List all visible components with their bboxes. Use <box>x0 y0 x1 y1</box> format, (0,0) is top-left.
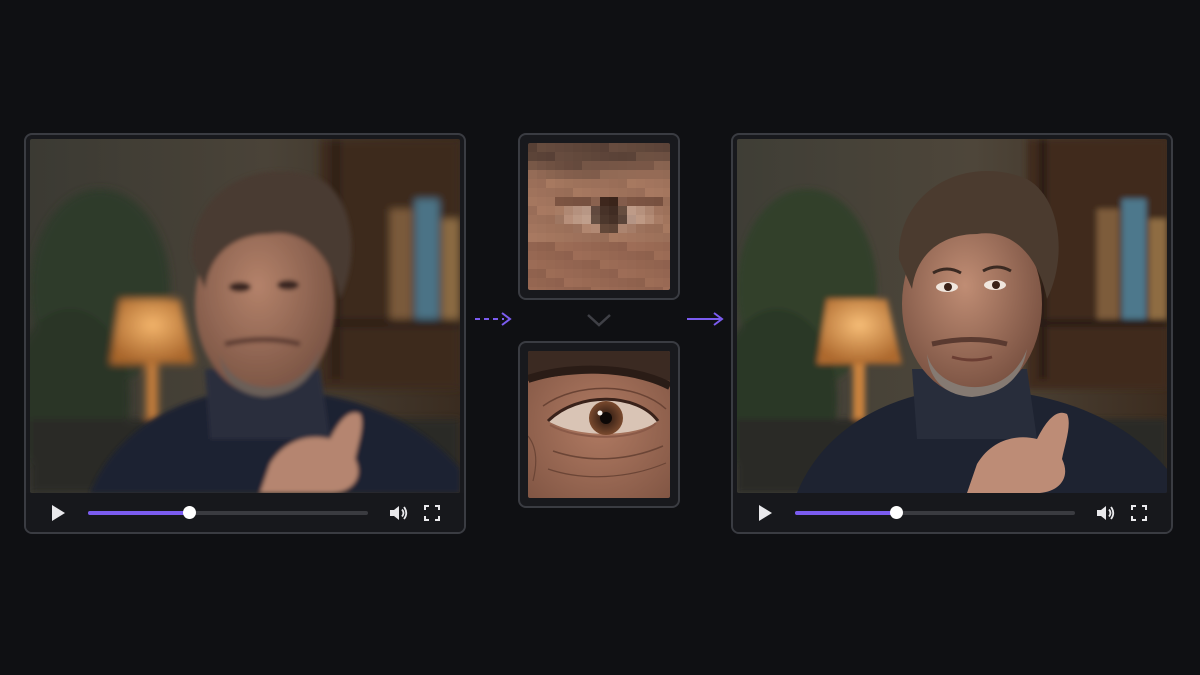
play-icon <box>759 504 772 521</box>
video-player-before <box>24 133 466 534</box>
video-frame-after[interactable] <box>737 139 1167 493</box>
video-frame-before[interactable] <box>30 139 460 493</box>
sharp-eye-image <box>528 351 670 498</box>
volume-icon <box>390 505 408 520</box>
play-button[interactable] <box>751 493 779 532</box>
video-image-before <box>30 139 460 493</box>
fullscreen-icon <box>424 504 440 521</box>
video-player-after <box>731 133 1173 534</box>
pixelated-eye-image <box>528 143 670 290</box>
stage <box>0 0 1200 675</box>
play-icon <box>52 504 65 521</box>
fullscreen-button[interactable] <box>418 493 446 532</box>
progress-knob[interactable] <box>889 506 903 519</box>
progress-knob[interactable] <box>182 506 196 519</box>
fullscreen-button[interactable] <box>1125 493 1153 532</box>
volume-button[interactable] <box>1091 493 1119 532</box>
fullscreen-icon <box>1131 504 1147 521</box>
progress-fill <box>88 511 189 515</box>
crop-before-panel <box>518 133 680 300</box>
progress-slider[interactable] <box>88 506 368 519</box>
video-controls-after <box>733 493 1171 532</box>
arrow-right-icon <box>687 312 724 326</box>
video-image-after <box>737 139 1167 493</box>
progress-fill <box>795 511 896 515</box>
volume-button[interactable] <box>384 493 412 532</box>
progress-slider[interactable] <box>795 506 1075 519</box>
chevron-down-icon <box>587 314 611 327</box>
sharp-eye-closeup <box>528 351 670 498</box>
video-controls-before <box>26 493 464 532</box>
volume-icon <box>1097 505 1115 520</box>
pixelated-eye-closeup <box>528 143 670 290</box>
dashed-arrow-right-icon <box>475 312 512 326</box>
play-button[interactable] <box>44 493 72 532</box>
crop-after-panel <box>518 341 680 508</box>
